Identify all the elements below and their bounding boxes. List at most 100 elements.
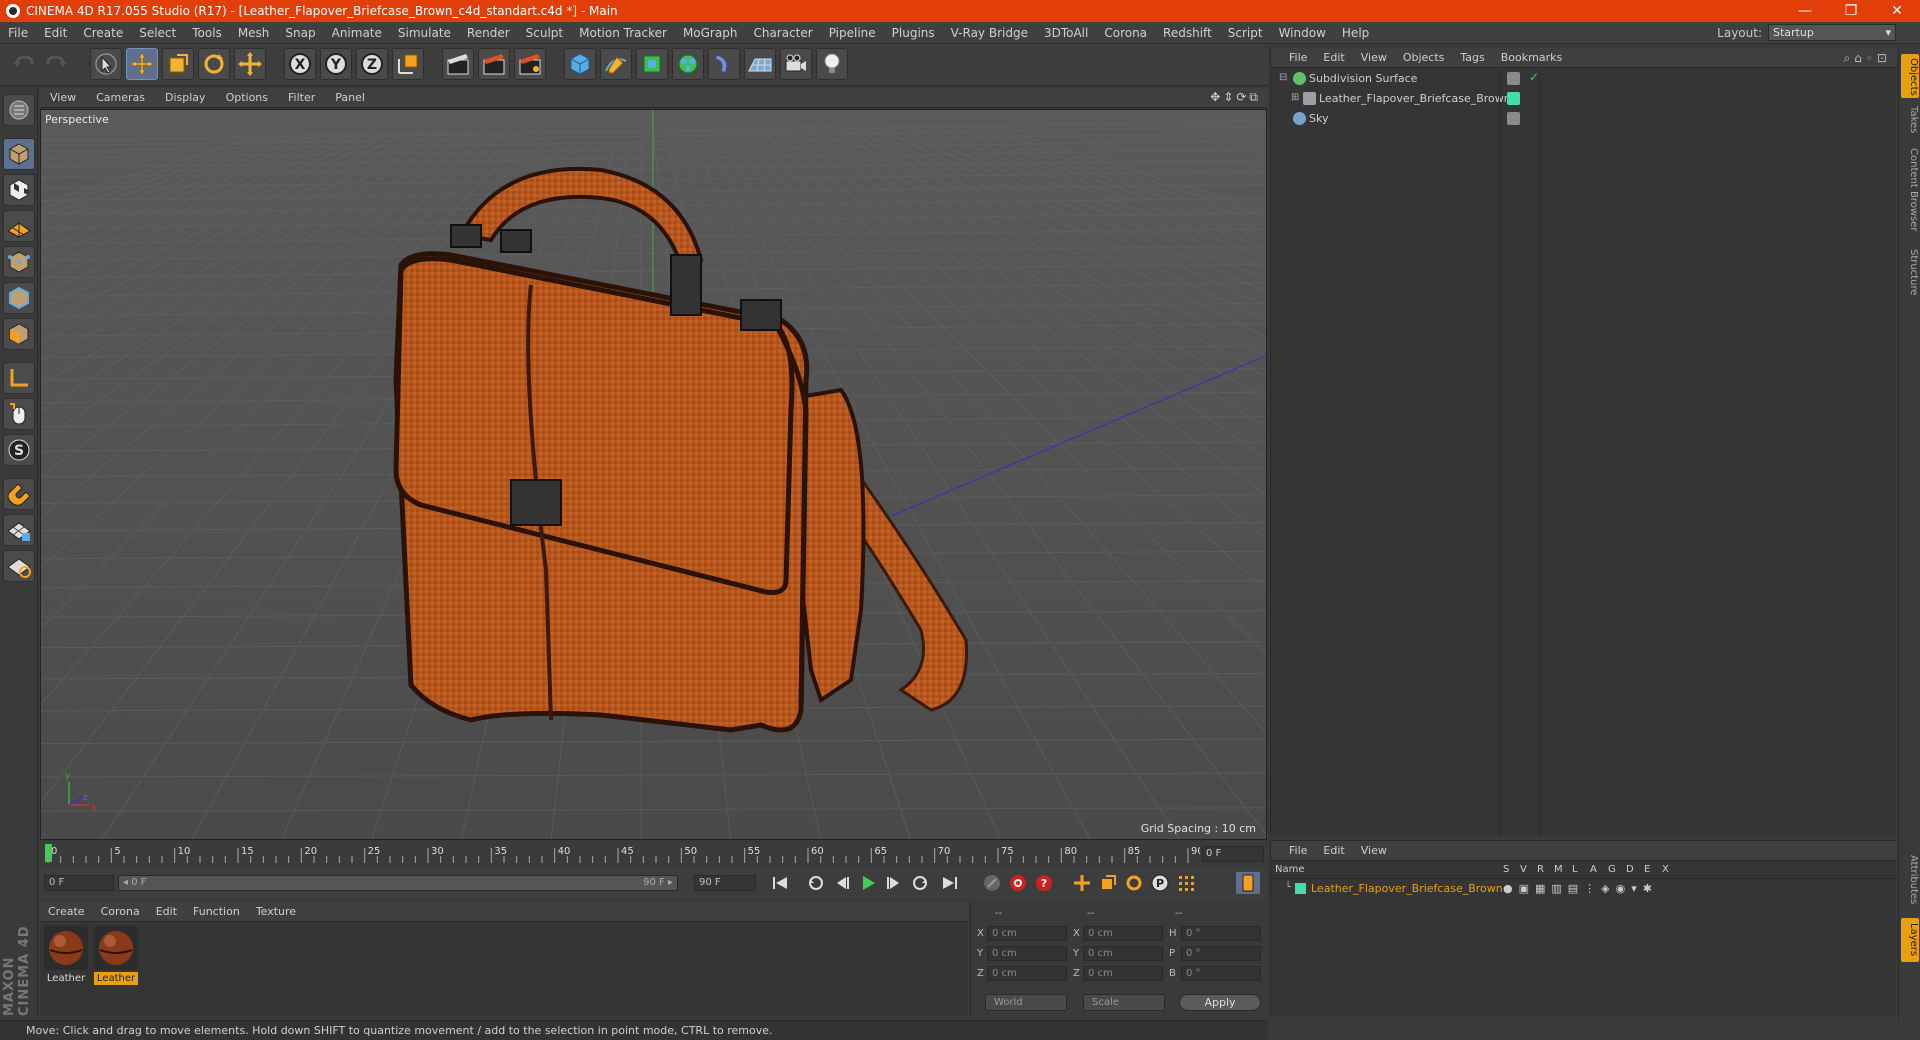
tweak-mode-button[interactable] <box>3 398 35 430</box>
undo-button[interactable] <box>8 48 40 80</box>
key-parameter-button[interactable]: P <box>1148 872 1172 894</box>
next-key-button[interactable] <box>908 872 932 894</box>
workplane-mode-button[interactable] <box>3 210 35 242</box>
key-position-button[interactable] <box>1070 872 1094 894</box>
layer-color-tag-icon[interactable] <box>1507 92 1520 105</box>
layer-column-r[interactable]: R <box>1537 864 1544 875</box>
add-deformer-button[interactable] <box>708 48 740 80</box>
keyframe-selection-button[interactable]: ? <box>1032 872 1056 894</box>
go-to-start-button[interactable] <box>768 872 792 894</box>
redo-button[interactable] <box>40 48 72 80</box>
z-axis-lock-button[interactable]: Z <box>356 48 388 80</box>
viewport-menu-cameras[interactable]: Cameras <box>86 91 155 104</box>
layer-column-name[interactable]: Name <box>1275 864 1305 875</box>
tab-objects[interactable]: Objects <box>1901 54 1919 98</box>
material-menu-function[interactable]: Function <box>185 905 248 918</box>
layer-color-swatch[interactable] <box>1295 883 1306 894</box>
menu-render[interactable]: Render <box>459 26 518 40</box>
viewport-menu-filter[interactable]: Filter <box>278 91 325 104</box>
enable-axis-button[interactable] <box>3 362 35 394</box>
position-y-field[interactable]: 0 cm <box>987 946 1067 961</box>
layer-name[interactable]: Leather_Flapover_Briefcase_Brown <box>1311 882 1503 895</box>
material-thumbnail-1[interactable]: Leather <box>44 926 88 985</box>
timeline-ticks[interactable]: 051015202530354045505560657075808590 <box>40 842 1200 864</box>
autokeying-button[interactable] <box>1006 872 1030 894</box>
layer-menu-view[interactable]: View <box>1353 844 1395 857</box>
locked-workplane-button[interactable] <box>3 514 35 546</box>
y-axis-lock-button[interactable]: Y <box>320 48 352 80</box>
layer-column-s[interactable]: S <box>1503 864 1509 875</box>
menu-snap[interactable]: Snap <box>277 26 323 40</box>
apply-button[interactable]: Apply <box>1179 994 1261 1011</box>
menu-v-ray-bridge[interactable]: V-Ray Bridge <box>943 26 1036 40</box>
size-y-field[interactable]: 0 cm <box>1083 946 1163 961</box>
layer-tag-icon[interactable] <box>1507 112 1520 125</box>
object-manager-toolbar-icons[interactable]: ⌕⌂◦⊡ <box>1844 51 1891 66</box>
layout-dropdown[interactable]: Startup <box>1768 24 1896 41</box>
object-menu-file[interactable]: File <box>1281 51 1315 64</box>
layer-column-g[interactable]: G <box>1608 864 1616 875</box>
current-frame-field[interactable]: 0 F <box>1202 846 1264 862</box>
add-nurbs-button[interactable] <box>636 48 668 80</box>
viewport-menu-display[interactable]: Display <box>155 91 216 104</box>
polygons-mode-button[interactable] <box>3 318 35 350</box>
object-menu-tags[interactable]: Tags <box>1452 51 1492 64</box>
menu-window[interactable]: Window <box>1271 26 1334 40</box>
menu-mograph[interactable]: MoGraph <box>675 26 746 40</box>
position-z-field[interactable]: 0 cm <box>987 966 1067 981</box>
object-menu-bookmarks[interactable]: Bookmarks <box>1493 51 1570 64</box>
minimize-button[interactable]: — <box>1782 0 1828 22</box>
object-row-sky[interactable]: Sky <box>1271 109 1897 129</box>
go-to-end-button[interactable] <box>938 872 962 894</box>
render-settings-button[interactable] <box>514 48 546 80</box>
object-row-subdivision-surface[interactable]: ⊟ Subdivision Surface ✓ <box>1271 69 1897 89</box>
start-frame-field[interactable]: 0 F <box>44 875 114 891</box>
menu-tools[interactable]: Tools <box>184 26 230 40</box>
material-menu-texture[interactable]: Texture <box>248 905 304 918</box>
menu-3dtoall[interactable]: 3DToAll <box>1036 26 1096 40</box>
layer-tag-icon[interactable] <box>1507 72 1520 85</box>
points-mode-button[interactable] <box>3 246 35 278</box>
timeline-ruler[interactable]: 051015202530354045505560657075808590 <box>40 842 1267 864</box>
key-rotation-button[interactable] <box>1122 872 1146 894</box>
collapse-toggle-icon[interactable]: ⊟ <box>1279 72 1287 83</box>
tab-attributes[interactable]: Attributes <box>1901 848 1919 912</box>
coordinate-system-button[interactable] <box>392 48 424 80</box>
material-manager[interactable]: Leather Leather <box>40 922 968 1016</box>
rotate-tool-button[interactable] <box>198 48 230 80</box>
render-view-button[interactable] <box>442 48 474 80</box>
layer-menu-edit[interactable]: Edit <box>1315 844 1352 857</box>
previous-key-button[interactable] <box>804 872 828 894</box>
timeline-layout-button[interactable] <box>1236 872 1260 894</box>
planar-workplane-button[interactable] <box>3 550 35 582</box>
tab-takes[interactable]: Takes <box>1901 102 1919 138</box>
move-tool-button[interactable] <box>126 48 158 80</box>
menu-file[interactable]: File <box>0 26 36 40</box>
tab-structure[interactable]: Structure <box>1901 242 1919 302</box>
add-array-button[interactable] <box>672 48 704 80</box>
snapping-button[interactable]: S <box>3 434 35 466</box>
object-menu-objects[interactable]: Objects <box>1395 51 1453 64</box>
menu-help[interactable]: Help <box>1334 26 1377 40</box>
close-button[interactable]: ✕ <box>1874 0 1920 22</box>
object-row-briefcase[interactable]: ⊞ Leather_Flapover_Briefcase_Brown <box>1271 89 1897 109</box>
viewport-camera-label[interactable]: Perspective <box>45 113 109 126</box>
world-dropdown[interactable]: World <box>985 994 1067 1011</box>
add-spline-button[interactable] <box>600 48 632 80</box>
scale-dropdown[interactable]: Scale <box>1083 994 1165 1011</box>
size-z-field[interactable]: 0 cm <box>1083 966 1163 981</box>
tab-layers[interactable]: Layers <box>1901 918 1919 962</box>
next-frame-button[interactable] <box>882 872 906 894</box>
key-pla-button[interactable] <box>1174 872 1198 894</box>
perspective-viewport[interactable]: y x z Perspective Grid Spacing : 10 cm <box>40 109 1267 840</box>
material-menu-create[interactable]: Create <box>40 905 93 918</box>
add-scene-button[interactable] <box>744 48 776 80</box>
menu-animate[interactable]: Animate <box>324 26 390 40</box>
viewport-menu-options[interactable]: Options <box>216 91 278 104</box>
previous-frame-button[interactable] <box>830 872 854 894</box>
menu-create[interactable]: Create <box>75 26 131 40</box>
menu-sculpt[interactable]: Sculpt <box>518 26 571 40</box>
scale-tool-button[interactable] <box>162 48 194 80</box>
layer-column-x[interactable]: X <box>1662 864 1669 875</box>
tab-content-browser[interactable]: Content Browser <box>1901 144 1919 236</box>
